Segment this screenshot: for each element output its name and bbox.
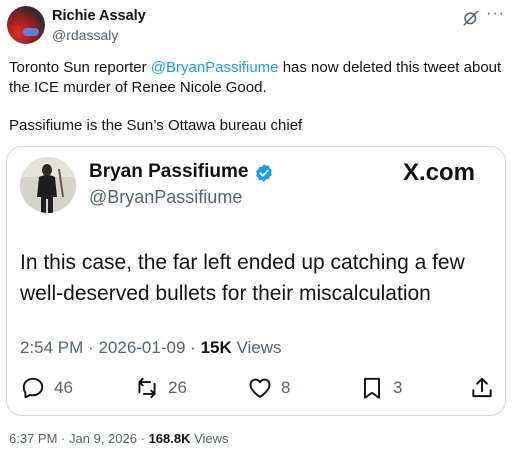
reply-count: 46 [54, 378, 73, 397]
views-count: 168.8K [148, 431, 191, 446]
repost-button[interactable]: 26 [134, 373, 187, 403]
like-icon [249, 378, 271, 398]
quoted-tweet-meta: 2:54 PM · 2026-01-09 · 15K Views [20, 338, 282, 357]
author-name[interactable]: Richie Assaly [52, 8, 146, 24]
like-button[interactable]: 8 [247, 373, 290, 403]
tweet: Richie Assaly @rdassaly ··· Toronto Sun … [0, 0, 512, 459]
quoted-time: 2:54 PM [20, 338, 84, 357]
quoted-views-label: Views [236, 338, 282, 357]
repost-icon [138, 377, 156, 399]
repost-count: 26 [168, 378, 187, 397]
reply-icon [22, 377, 44, 399]
action-bar: 46 26 8 3 [7, 373, 507, 403]
bookmark-button[interactable]: 3 [359, 373, 402, 403]
views-label: Views [194, 431, 229, 446]
avatar[interactable] [7, 6, 45, 44]
quoted-date[interactable]: 2026-01-09 [98, 338, 185, 357]
bookmark-icon [363, 377, 381, 399]
quoted-views-count: 15K [200, 338, 232, 357]
brand-label: X.com [403, 159, 476, 186]
author-handle[interactable]: @rdassaly [52, 27, 118, 43]
like-count: 8 [281, 378, 291, 397]
mention-link[interactable]: @BryanPassifiume [151, 59, 279, 76]
tweet-meta: 6:37 PM · Jan 9, 2026 · 168.8K Views [9, 431, 229, 446]
quoted-tweet-text: In this case, the far left ended up catc… [20, 251, 465, 305]
post-date[interactable]: Jan 9, 2026 [69, 431, 137, 446]
reply-button[interactable]: 46 [20, 373, 73, 403]
share-button[interactable] [469, 373, 495, 403]
bookmark-count: 3 [393, 378, 403, 397]
more-icon[interactable]: ··· [486, 5, 505, 23]
tweet-text-line2: Passifiume is the Sun’s Ottawa bureau ch… [9, 117, 303, 134]
verified-badge-icon [256, 164, 272, 182]
quoted-author-handle[interactable]: @BryanPassifiume [89, 187, 242, 208]
quoted-tweet-card[interactable]: Bryan Passifiume @BryanPassifiume X.com … [6, 146, 506, 416]
tweet-text: Toronto Sun reporter @BryanPassifiume ha… [9, 59, 502, 96]
quoted-avatar[interactable] [20, 157, 76, 213]
share-icon [472, 377, 492, 398]
quoted-author-name[interactable]: Bryan Passifiume [89, 161, 248, 183]
post-time[interactable]: 6:37 PM [9, 431, 57, 446]
grok-icon[interactable] [462, 9, 480, 27]
